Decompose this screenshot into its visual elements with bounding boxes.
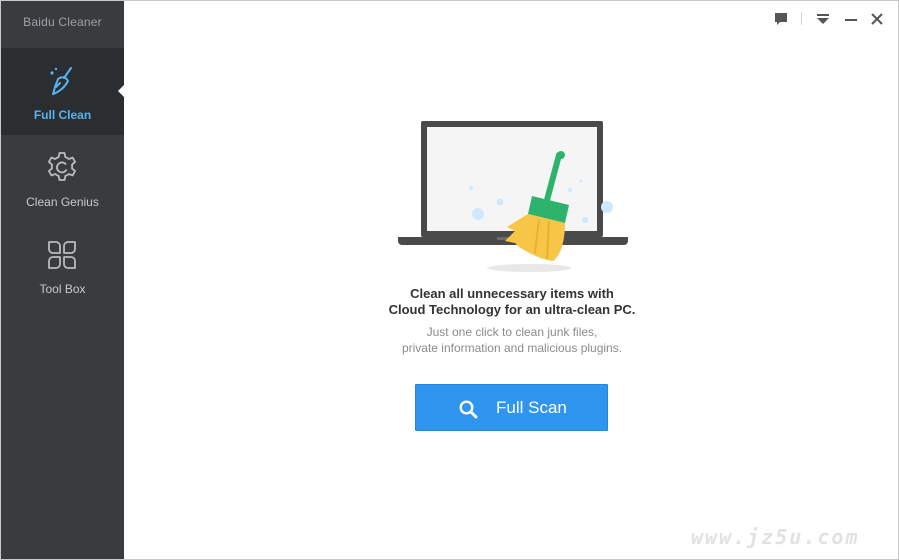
app-title: Baidu Cleaner xyxy=(23,15,102,29)
sidebar-item-label: Full Clean xyxy=(33,108,92,122)
full-scan-label: Full Scan xyxy=(496,398,567,417)
menu-icon[interactable] xyxy=(813,9,833,29)
sidebar-item-label: Tool Box xyxy=(39,282,86,296)
watermark: www.jz5u.com xyxy=(691,525,860,549)
description-line: Just one click to clean junk files, xyxy=(426,325,598,339)
description-line: private information and malicious plugin… xyxy=(401,341,623,355)
close-icon[interactable] xyxy=(867,9,887,29)
active-item-pointer xyxy=(118,85,124,97)
gear-icon xyxy=(48,152,76,181)
headline-line: Clean all unnecessary items with xyxy=(410,286,614,301)
broom-icon xyxy=(50,67,72,95)
headline: Clean all unnecessary items with Cloud T… xyxy=(332,286,692,318)
titlebar-divider xyxy=(801,12,802,25)
headline-line: Cloud Technology for an ultra-clean PC. xyxy=(388,302,636,317)
feedback-icon[interactable] xyxy=(771,9,791,29)
sidebar-item-tool-box[interactable]: Tool Box xyxy=(1,222,124,309)
app-window: Baidu Cleaner Full Clean Clean Genius To… xyxy=(0,0,899,560)
grid-icon xyxy=(48,241,76,269)
description: Just one click to clean junk files, priv… xyxy=(332,324,692,356)
laptop-broom-illustration xyxy=(398,121,628,272)
search-icon xyxy=(459,400,478,419)
minimize-icon[interactable] xyxy=(841,9,861,29)
sidebar-item-label: Clean Genius xyxy=(26,195,99,209)
sidebar-item-clean-genius[interactable]: Clean Genius xyxy=(1,135,124,222)
sidebar-item-full-clean[interactable]: Full Clean xyxy=(1,48,124,135)
sidebar: Baidu Cleaner Full Clean Clean Genius To… xyxy=(1,1,124,559)
full-scan-button[interactable]: Full Scan xyxy=(415,384,608,431)
